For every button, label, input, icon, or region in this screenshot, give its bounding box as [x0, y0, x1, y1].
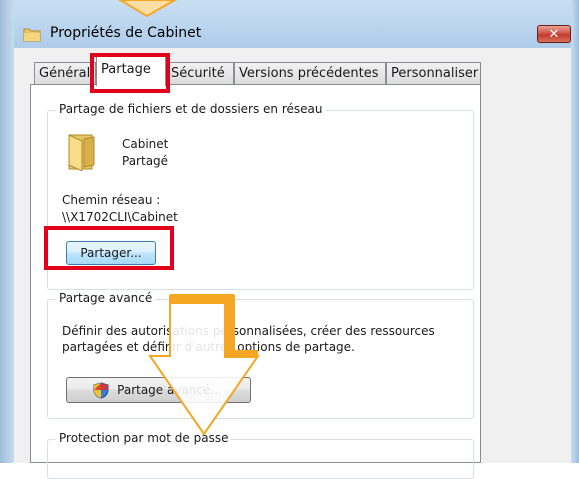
tab-panel-sharing: Partage de fichiers et de dossiers en ré…: [30, 84, 481, 479]
highlight-sharing-tab: [90, 53, 170, 93]
close-button[interactable]: ✕: [537, 25, 571, 43]
advanced-sharing-description-line1: Définir des autorisations personnalisées…: [62, 324, 435, 338]
network-path-label: Chemin réseau :: [62, 193, 161, 207]
folder-status: Partagé: [122, 154, 169, 168]
window-frame-left: [0, 0, 14, 463]
tab-customize[interactable]: Personnaliser: [386, 62, 481, 84]
tab-previous-versions[interactable]: Versions précédentes: [234, 62, 386, 84]
advanced-sharing-description-line2: partagées et définir d'autres options de…: [62, 340, 355, 354]
shared-folder-icon: [68, 134, 95, 171]
highlight-share-button: [44, 226, 174, 270]
tab-general[interactable]: Général: [34, 62, 96, 84]
advanced-sharing-button-label: Partage avancé...: [117, 383, 222, 397]
advanced-sharing-button[interactable]: Partage avancé...: [66, 377, 251, 403]
advanced-sharing-group: Partage avancé Définir des autorisations…: [47, 291, 474, 419]
password-protection-title: Protection par mot de passe: [56, 431, 232, 445]
advanced-sharing-title: Partage avancé: [56, 291, 156, 305]
folder-name: Cabinet: [122, 137, 169, 151]
tab-security[interactable]: Sécurité: [166, 62, 234, 84]
window-frame-right: [571, 0, 579, 463]
network-path-value: \\X1702CLI\Cabinet: [62, 210, 178, 224]
window-title: Propriétés de Cabinet: [50, 25, 202, 41]
uac-shield-icon: [93, 382, 109, 399]
network-sharing-title: Partage de fichiers et de dossiers en ré…: [56, 102, 326, 116]
password-protection-group: Protection par mot de passe: [47, 431, 474, 479]
folder-icon: [23, 28, 41, 42]
